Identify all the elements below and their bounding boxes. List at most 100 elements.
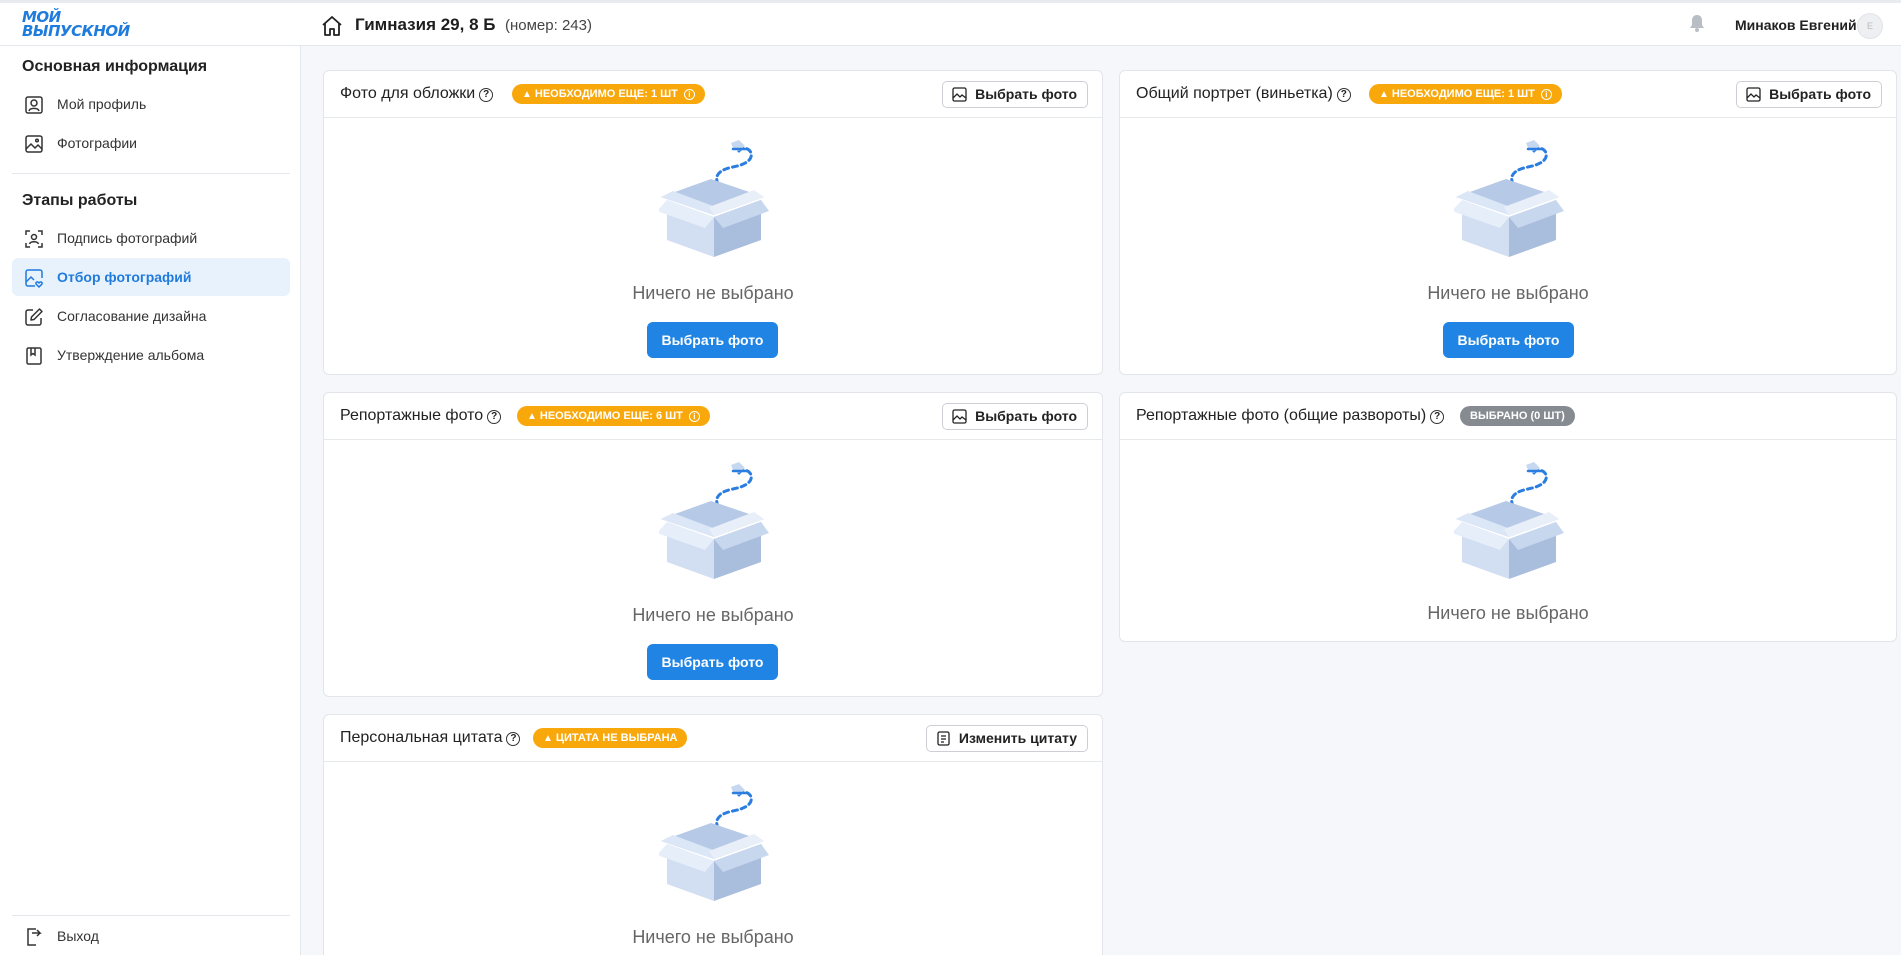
card-title: Общий портрет (виньетка)? <box>1136 85 1351 103</box>
help-icon[interactable]: ? <box>479 88 494 102</box>
top-header: МОЙ ВЫПУСКНОЙ Гимназия 29, 8 Б (номер: 2… <box>0 0 1901 46</box>
card-title: Фото для обложки? <box>340 85 494 103</box>
select-photo-button[interactable]: Выбрать фото <box>942 403 1088 430</box>
status-badge: ▲ НЕОБХОДИМО ЕЩЕ: 1 ШТ i <box>1369 84 1562 104</box>
school-title: Гимназия 29, 8 Б <box>355 15 496 34</box>
empty-box-illustration <box>1454 137 1564 259</box>
badge-text: НЕОБХОДИМО ЕЩЕ: 1 ШТ <box>1391 88 1535 100</box>
empty-state-text: Ничего не выбрано <box>1427 603 1589 623</box>
logo-line2: ВЫПУСКНОЙ <box>22 22 130 40</box>
info-icon[interactable]: i <box>688 411 700 422</box>
home-icon[interactable] <box>320 14 344 38</box>
logout-icon <box>27 928 42 946</box>
image-icon <box>952 87 967 102</box>
badge-text: ВЫБРАНО (0 ШТ) <box>1470 410 1565 422</box>
badge-text: НЕОБХОДИМО ЕЩЕ: 1 ШТ <box>534 88 678 100</box>
card-personal-quote: Персональная цитата? ▲ ЦИТАТА НЕ ВЫБРАНА … <box>323 714 1103 955</box>
status-badge: ▲ НЕОБХОДИМО ЕЩЕ: 6 ШТ i <box>517 406 710 426</box>
sidebar-item-label: Утверждение альбома <box>57 347 205 363</box>
section-main-info: Основная информация <box>22 58 208 75</box>
card-header: Фото для обложки? ▲ НЕОБХОДИМО ЕЩЕ: 1 ШТ i… <box>324 71 1102 118</box>
card-title: Репортажные фото (общие развороты)? <box>1136 407 1445 425</box>
logo[interactable]: МОЙ ВЫПУСКНОЙ <box>22 10 132 42</box>
empty-box-illustration <box>1454 459 1564 581</box>
help-icon[interactable]: ? <box>1336 88 1351 102</box>
warning-icon: ▲ <box>522 89 532 100</box>
avatar[interactable]: E <box>1857 13 1883 39</box>
help-icon[interactable]: ? <box>506 732 521 746</box>
status-badge: ▲ ЦИТАТА НЕ ВЫБРАНА <box>533 728 688 748</box>
select-photo-primary-button[interactable]: Выбрать фото <box>1443 322 1574 358</box>
button-label: Выбрать фото <box>975 408 1077 424</box>
sidebar-item-photo-signing[interactable]: Подпись фотографий <box>12 219 290 257</box>
sidebar-item-album-approval[interactable]: Утверждение альбома <box>12 336 290 374</box>
select-photo-primary-button[interactable]: Выбрать фото <box>647 322 778 358</box>
status-badge: ▲ НЕОБХОДИМО ЕЩЕ: 1 ШТ i <box>512 84 705 104</box>
section-stages: Этапы работы <box>22 192 138 209</box>
card-title: Репортажные фото? <box>340 407 502 425</box>
empty-state-text: Ничего не выбрано <box>632 927 794 947</box>
button-label: Выбрать фото <box>1769 86 1871 102</box>
card-title: Персональная цитата? <box>340 729 521 747</box>
sidebar-item-photo-selection[interactable]: Отбор фотографий <box>12 258 290 296</box>
card-header: Общий портрет (виньетка)? ▲ НЕОБХОДИМО ЕЩ… <box>1120 71 1896 118</box>
card-title-text: Репортажные фото <box>340 407 484 424</box>
sidebar-item-label: Подпись фотографий <box>57 230 198 246</box>
sidebar-item-design-approval[interactable]: Согласование дизайна <box>12 297 290 335</box>
card-cover-photo: Фото для обложки? ▲ НЕОБХОДИМО ЕЩЕ: 1 ШТ i… <box>323 70 1103 375</box>
divider <box>12 915 290 916</box>
sidebar: Основная информация Мой профиль Фотограф… <box>0 46 301 955</box>
info-icon[interactable]: i <box>1540 89 1552 100</box>
empty-box-illustration <box>659 459 769 581</box>
sidebar-item-label: Мой профиль <box>57 96 147 112</box>
empty-state-text: Ничего не выбрано <box>632 605 794 625</box>
card-title-text: Репортажные фото (общие развороты) <box>1136 407 1427 424</box>
image-icon <box>952 409 967 424</box>
bell-icon[interactable] <box>1688 13 1706 33</box>
logout-button[interactable]: Выход <box>12 917 290 955</box>
card-header: Персональная цитата? ▲ ЦИТАТА НЕ ВЫБРАНА … <box>324 715 1102 762</box>
button-label: Изменить цитату <box>958 730 1077 746</box>
empty-state-text: Ничего не выбрано <box>1427 283 1589 303</box>
profile-icon <box>25 96 43 114</box>
card-title-text: Персональная цитата <box>340 729 503 746</box>
card-reportage-spreads: Репортажные фото (общие развороты)? ВЫБР… <box>1119 392 1897 642</box>
badge-text: НЕОБХОДИМО ЕЩЕ: 6 ШТ <box>539 410 683 422</box>
help-icon[interactable]: ? <box>1430 410 1445 424</box>
status-badge: ВЫБРАНО (0 ШТ) <box>1460 406 1575 426</box>
empty-box-illustration <box>659 137 769 259</box>
warning-icon: ▲ <box>543 733 553 744</box>
empty-state-text: Ничего не выбрано <box>632 283 794 303</box>
edit-icon <box>25 308 43 326</box>
select-photo-button[interactable]: Выбрать фото <box>1736 81 1882 108</box>
sidebar-item-label: Отбор фотографий <box>57 269 192 285</box>
card-header: Репортажные фото (общие развороты)? ВЫБР… <box>1120 393 1896 440</box>
image-icon <box>1746 87 1761 102</box>
divider <box>12 173 290 174</box>
select-photo-button[interactable]: Выбрать фото <box>942 81 1088 108</box>
card-reportage-photos: Репортажные фото? ▲ НЕОБХОДИМО ЕЩЕ: 6 ШТ i… <box>323 392 1103 697</box>
sidebar-item-profile[interactable]: Мой профиль <box>12 85 290 123</box>
user-name[interactable]: Минаков Евгений <box>1735 17 1857 33</box>
info-icon[interactable]: i <box>683 89 695 100</box>
badge-text: ЦИТАТА НЕ ВЫБРАНА <box>555 732 678 744</box>
button-label: Выбрать фото <box>975 86 1077 102</box>
warning-icon: ▲ <box>527 411 537 422</box>
help-icon[interactable]: ? <box>487 410 502 424</box>
card-title-text: Фото для обложки <box>340 85 476 102</box>
empty-box-illustration <box>659 781 769 903</box>
face-scan-icon <box>25 230 43 248</box>
image-icon <box>25 135 43 153</box>
logout-label: Выход <box>57 928 99 944</box>
warning-icon: ▲ <box>1379 89 1389 100</box>
sidebar-item-label: Фотографии <box>57 135 138 151</box>
sidebar-item-label: Согласование дизайна <box>57 308 207 324</box>
sidebar-item-photos[interactable]: Фотографии <box>12 124 290 162</box>
select-photo-primary-button[interactable]: Выбрать фото <box>647 644 778 680</box>
school-number: (номер: 243) <box>505 17 592 34</box>
card-header: Репортажные фото? ▲ НЕОБХОДИМО ЕЩЕ: 6 ШТ i… <box>324 393 1102 440</box>
image-heart-icon <box>25 269 43 288</box>
change-quote-button[interactable]: Изменить цитату <box>925 725 1088 752</box>
card-title-text: Общий портрет (виньетка) <box>1136 85 1333 102</box>
document-icon <box>937 731 950 746</box>
